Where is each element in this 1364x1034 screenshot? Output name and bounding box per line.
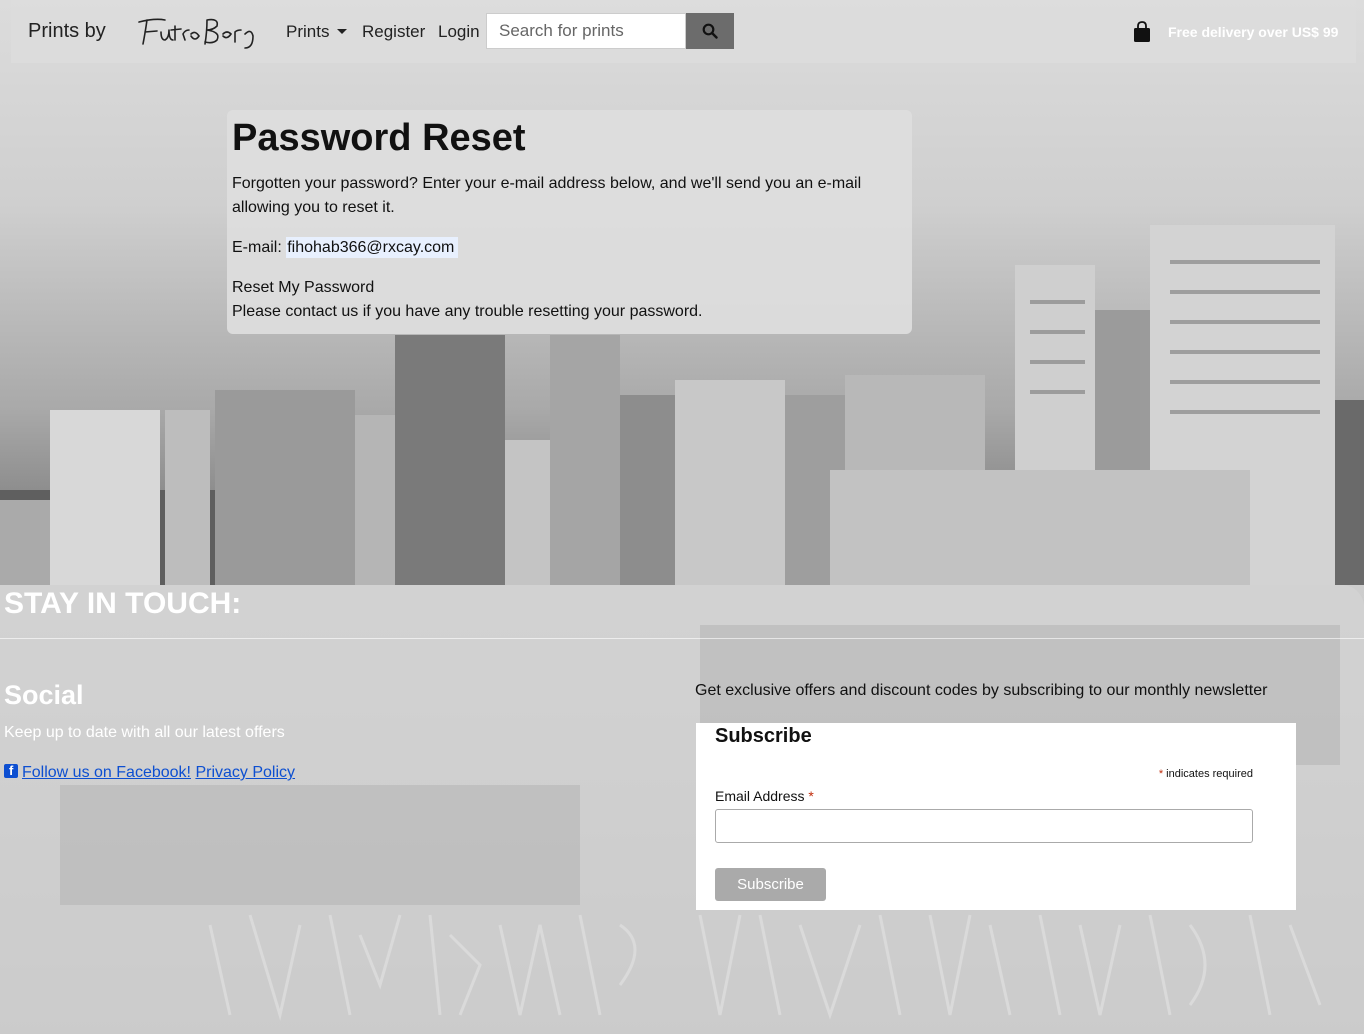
brand-text[interactable]: Prints by bbox=[28, 20, 106, 43]
facebook-link-label: Follow us on Facebook! bbox=[22, 764, 191, 781]
search-button[interactable] bbox=[686, 13, 734, 49]
nav-login-link[interactable]: Login bbox=[438, 22, 480, 42]
footer-divider bbox=[0, 638, 1364, 639]
required-asterisk: * bbox=[1158, 768, 1164, 780]
required-note-text: indicates required bbox=[1166, 768, 1253, 780]
social-heading: Social bbox=[4, 680, 84, 710]
subscribe-heading: Subscribe bbox=[715, 725, 812, 747]
required-note: * indicates required bbox=[1159, 768, 1253, 780]
stay-in-touch-heading: STAY IN TOUCH: bbox=[4, 587, 242, 620]
password-reset-card: Password Reset Forgotten your password? … bbox=[227, 110, 912, 334]
social-text: Keep up to date with all our latest offe… bbox=[4, 724, 285, 741]
free-delivery-text: Free delivery over US$ 99 bbox=[1168, 24, 1339, 40]
facebook-link[interactable]: f Follow us on Facebook! bbox=[4, 763, 191, 781]
required-asterisk: * bbox=[808, 788, 814, 804]
navbar: Prints by Prints Register Login Free del… bbox=[11, 0, 1356, 63]
email-row: E-mail: fihohab366@rxcay.com bbox=[232, 236, 907, 260]
email-label: E-mail: bbox=[232, 239, 282, 256]
newsletter-text: Get exclusive offers and discount codes … bbox=[695, 682, 1268, 699]
subscribe-button[interactable]: Subscribe bbox=[715, 868, 826, 901]
email-field[interactable]: fihohab366@rxcay.com bbox=[286, 237, 459, 258]
email-address-label: Email Address * bbox=[715, 788, 814, 804]
reset-password-button[interactable]: Reset My Password bbox=[232, 276, 374, 300]
reset-description: Forgotten your password? Enter your e-ma… bbox=[232, 175, 862, 216]
footer-links: f Follow us on Facebook! Privacy Policy bbox=[4, 763, 295, 782]
email-address-label-text: Email Address bbox=[715, 788, 805, 804]
facebook-icon: f bbox=[4, 763, 18, 778]
search-input[interactable] bbox=[486, 13, 686, 49]
search-icon bbox=[702, 23, 718, 39]
nav-prints-dropdown[interactable]: Prints bbox=[286, 22, 348, 42]
contact-note: Please contact us if you have any troubl… bbox=[232, 303, 703, 320]
privacy-policy-link[interactable]: Privacy Policy bbox=[195, 764, 295, 781]
nav-prints-label: Prints bbox=[286, 22, 330, 41]
shopping-bag-icon[interactable] bbox=[1132, 21, 1152, 43]
newsletter-email-input[interactable] bbox=[715, 809, 1253, 843]
futuro-berg-logo[interactable] bbox=[135, 12, 265, 50]
page-title: Password Reset bbox=[232, 117, 526, 159]
caret-down-icon bbox=[337, 29, 348, 34]
nav-register-link[interactable]: Register bbox=[362, 22, 425, 42]
subscribe-form: Subscribe * indicates required Email Add… bbox=[696, 723, 1296, 910]
